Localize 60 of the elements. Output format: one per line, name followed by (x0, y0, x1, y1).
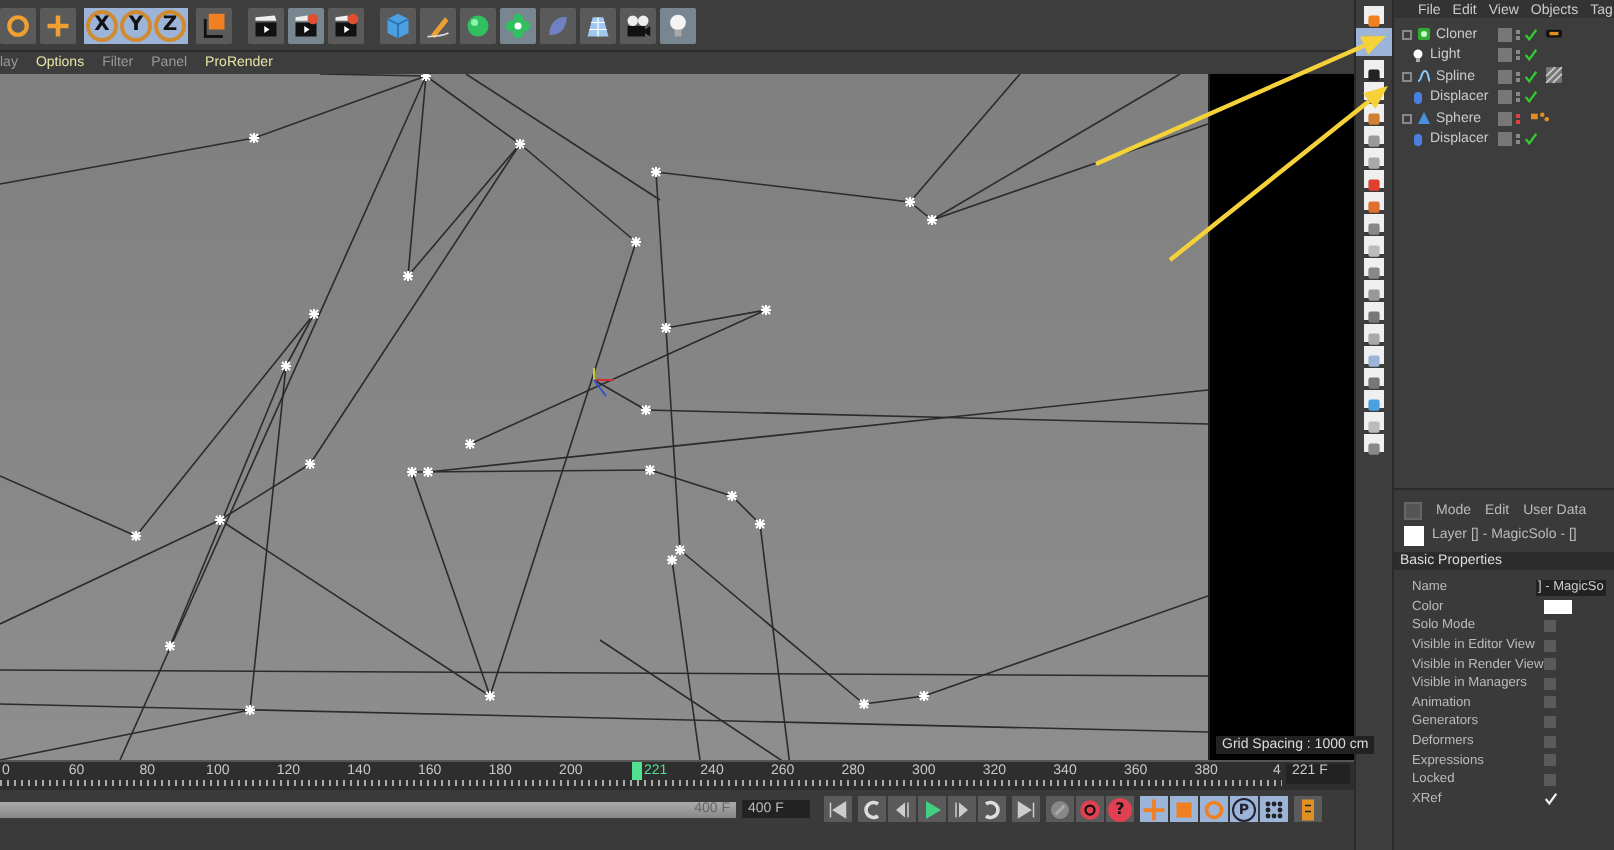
sphere-object-icon (1416, 110, 1432, 127)
auto-key-button[interactable]: ? (1106, 796, 1134, 823)
render-clapperboard-icon[interactable] (328, 7, 364, 43)
loop-back-icon[interactable] (858, 796, 886, 823)
square-icon[interactable] (196, 7, 232, 43)
check-icon (1524, 132, 1538, 147)
previous-key-icon[interactable] (888, 796, 916, 823)
grid-plane-icon[interactable] (580, 7, 616, 43)
pen-icon[interactable] (420, 7, 456, 43)
checkbox[interactable] (1544, 754, 1556, 767)
displacer-object-icon (1410, 131, 1426, 148)
play-icon[interactable] (918, 796, 946, 823)
light-bulb-icon[interactable] (660, 7, 696, 43)
first-frame-icon[interactable] (824, 796, 852, 823)
layer-swatch[interactable] (1498, 111, 1512, 126)
expand-toggle[interactable] (1402, 71, 1412, 82)
tag-icon (1544, 65, 1564, 84)
tool-icon[interactable] (1364, 60, 1384, 78)
cloner-object-icon (1416, 26, 1432, 43)
layer-swatch[interactable] (1498, 132, 1512, 147)
axis-button[interactable]: Z (154, 9, 186, 41)
rotate-icon[interactable] (1200, 796, 1228, 823)
checkbox[interactable] (1544, 658, 1556, 671)
plus-icon[interactable] (40, 7, 76, 43)
flower-icon[interactable] (500, 7, 536, 43)
layer-color-swatch (1404, 525, 1424, 545)
checkbox[interactable] (1544, 735, 1556, 748)
axis-button[interactable]: X (86, 9, 118, 41)
displacer-object-icon (1410, 89, 1426, 106)
camera-icon[interactable] (620, 7, 656, 43)
layer-swatch[interactable] (1498, 69, 1512, 84)
layer-swatch[interactable] (1498, 48, 1512, 63)
ring-icon[interactable] (0, 7, 36, 43)
light-object-icon (1410, 47, 1426, 64)
film-strip-icon[interactable] (1294, 796, 1322, 823)
layer-swatch[interactable] (1498, 27, 1512, 42)
checkbox[interactable] (1544, 619, 1556, 632)
render-clapperboard-icon[interactable] (288, 7, 324, 43)
tag-icon (1530, 107, 1550, 126)
clapperboard-icon[interactable] (248, 7, 284, 43)
axis-button[interactable]: Y (120, 9, 152, 41)
layer-swatch[interactable] (1498, 90, 1512, 105)
color-swatch[interactable] (1544, 599, 1572, 614)
checkbox[interactable] (1544, 677, 1556, 690)
loop-forward-icon[interactable] (978, 796, 1006, 823)
dot-grid-icon[interactable] (1260, 796, 1288, 823)
scale-icon[interactable] (1170, 796, 1198, 823)
checkbox[interactable] (1544, 792, 1556, 805)
spline-object-icon (1416, 68, 1432, 85)
cube-icon[interactable] (380, 7, 416, 43)
move-icon[interactable] (1140, 796, 1168, 823)
record-key-icon[interactable] (1076, 796, 1104, 823)
expand-toggle[interactable] (1402, 29, 1412, 40)
next-key-icon[interactable] (948, 796, 976, 823)
checkbox[interactable] (1544, 696, 1556, 709)
checkbox[interactable] (1544, 715, 1556, 728)
checkbox[interactable] (1544, 773, 1556, 786)
checkbox[interactable] (1544, 639, 1556, 652)
expand-toggle[interactable] (1402, 113, 1412, 124)
last-frame-icon[interactable] (1012, 796, 1040, 823)
